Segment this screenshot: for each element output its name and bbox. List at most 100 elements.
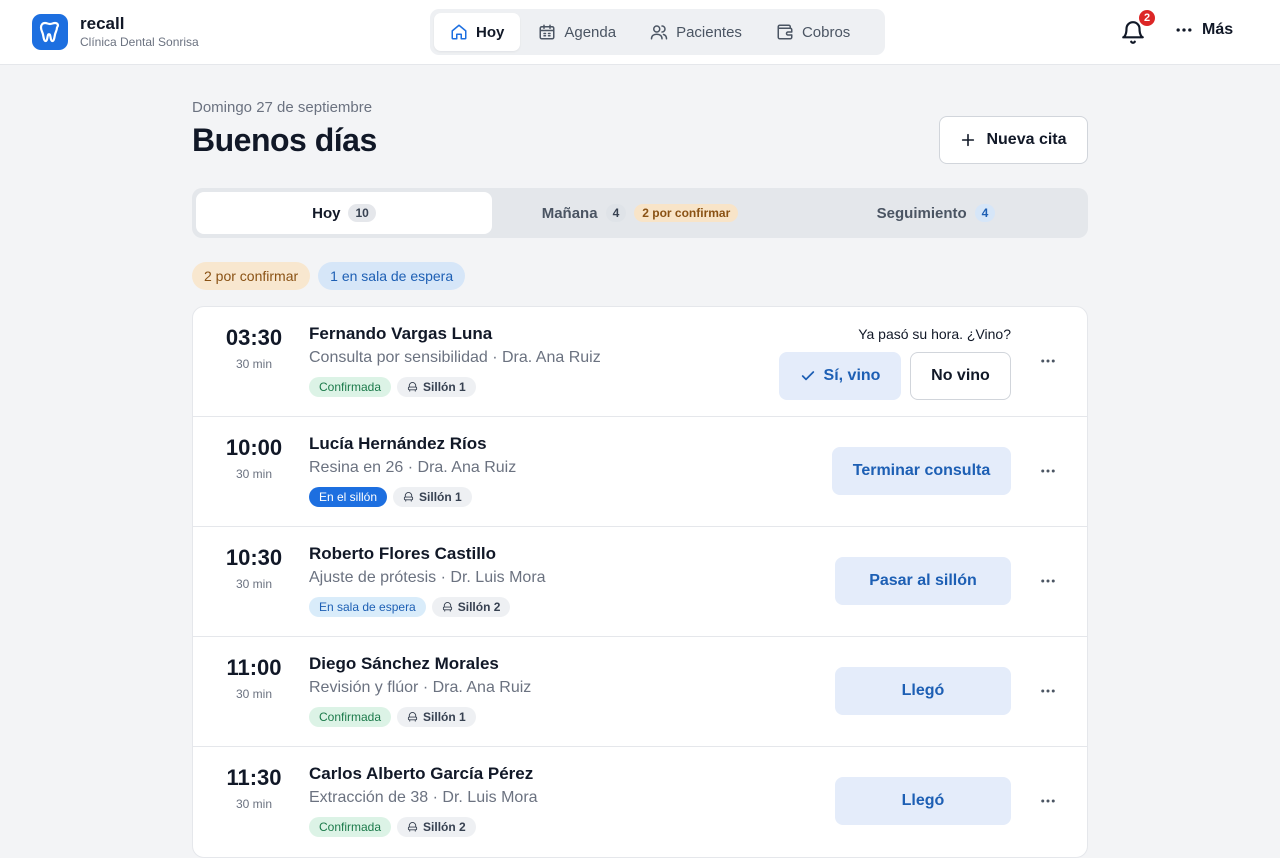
more-label: Más	[1202, 21, 1234, 38]
filter-chips: 2 por confirmar 1 en sala de espera	[192, 262, 466, 290]
yes-came-button[interactable]: Sí, vino	[779, 352, 901, 400]
appointment-row[interactable]: 03:30 30 min Fernando Vargas Luna Consul…	[193, 307, 1087, 417]
appointment-duration: 30 min	[235, 467, 273, 481]
brand-subtitle: Clínica Dental Sonrisa	[80, 35, 199, 49]
row-menu-button[interactable]	[1035, 351, 1061, 371]
tab-count: 4	[974, 204, 996, 222]
appointment-time: 11:30	[226, 765, 282, 790]
chair-icon	[407, 381, 418, 392]
appointment-time: 10:30	[225, 545, 283, 570]
appointment-row[interactable]: 11:30 30 min Carlos Alberto García Pérez…	[193, 747, 1087, 857]
chair-label: Sillón 1	[419, 490, 462, 504]
chair-label: Sillón 2	[423, 820, 466, 834]
chair-label: Sillón 1	[423, 710, 466, 724]
nav-item-label: Pacientes	[676, 23, 742, 41]
appointment-row[interactable]: 10:30 30 min Roberto Flores Castillo Aju…	[193, 527, 1087, 637]
tab-manana[interactable]: Mañana 4 2 por confirmar	[492, 192, 788, 234]
row-menu-button[interactable]	[1035, 681, 1061, 701]
nav-item-label: Cobros	[801, 23, 851, 41]
move-to-chair-button[interactable]: Pasar al sillón	[835, 557, 1011, 605]
tab-hoy[interactable]: Hoy 10	[196, 192, 492, 234]
main-nav: Hoy Agenda Pacientes Cobros	[430, 9, 885, 55]
chair-badge: Sillón 2	[431, 597, 511, 617]
more-horizontal-icon	[1041, 689, 1055, 693]
row-menu-button[interactable]	[1035, 571, 1061, 591]
appointment-row[interactable]: 11:00 30 min Diego Sánchez Morales Revis…	[193, 637, 1087, 747]
chair-label: Sillón 2	[457, 600, 501, 614]
appointment-duration: 30 min	[235, 357, 273, 371]
yes-came-label: Sí, vino	[823, 367, 881, 384]
top-bar: recall Clínica Dental Sonrisa Hoy Agenda…	[0, 0, 1280, 65]
users-icon	[650, 25, 668, 40]
check-icon	[801, 371, 814, 381]
chair-icon	[442, 601, 452, 612]
appointment-description: Revisión y flúor · Dra. Ana Ruiz	[309, 679, 532, 696]
nav-item-hoy[interactable]: Hoy	[434, 13, 521, 51]
chair-badge: Sillón 1	[393, 487, 472, 507]
more-horizontal-icon	[1041, 799, 1055, 803]
attendance-prompt: Ya pasó su hora. ¿Vino?	[858, 326, 1011, 342]
no-show-button[interactable]: No vino	[910, 352, 1011, 400]
appointment-time: 03:30	[225, 325, 283, 350]
tab-count: 10	[348, 204, 376, 222]
pending-confirmation-tag: 2 por confirmar	[634, 204, 739, 222]
appointment-duration: 30 min	[235, 687, 273, 701]
nav-item-pacientes[interactable]: Pacientes	[634, 13, 758, 51]
nav-item-agenda[interactable]: Agenda	[522, 13, 632, 51]
finish-consultation-button[interactable]: Terminar consulta	[832, 447, 1011, 495]
patient-name[interactable]: Diego Sánchez Morales	[309, 654, 531, 674]
more-horizontal-icon	[1041, 469, 1055, 473]
notification-count-badge: 2	[1137, 8, 1157, 28]
status-badge: Confirmada	[309, 817, 392, 837]
chip-pending-confirmation[interactable]: 2 por confirmar	[192, 262, 311, 290]
appointment-list: 03:30 30 min Fernando Vargas Luna Consul…	[192, 306, 1088, 858]
status-badge: En el sillón	[309, 487, 388, 507]
chair-badge: Sillón 2	[397, 817, 476, 837]
row-menu-button[interactable]	[1035, 791, 1061, 811]
appointment-time: 11:00	[226, 655, 282, 680]
chair-badge: Sillón 1	[397, 377, 476, 397]
more-horizontal-icon	[1176, 28, 1192, 32]
more-menu-button[interactable]: Más	[1174, 20, 1233, 40]
chip-waiting-room[interactable]: 1 en sala de espera	[318, 262, 466, 290]
tab-label: Hoy	[312, 204, 341, 222]
appointment-time: 10:00	[225, 435, 283, 460]
tab-seguimiento[interactable]: Seguimiento 4	[788, 192, 1084, 234]
appointment-description: Resina en 26 · Dra. Ana Ruiz	[309, 459, 517, 476]
plus-icon	[962, 133, 975, 147]
row-menu-button[interactable]	[1035, 461, 1061, 481]
chair-badge: Sillón 1	[397, 707, 476, 727]
patient-name[interactable]: Lucía Hernández Ríos	[309, 434, 516, 454]
status-badge: En sala de espera	[309, 597, 426, 617]
nav-item-cobros[interactable]: Cobros	[760, 13, 866, 51]
day-tabs: Hoy 10 Mañana 4 2 por confirmar Seguimie…	[192, 188, 1088, 238]
home-icon	[451, 24, 467, 40]
patient-name[interactable]: Roberto Flores Castillo	[309, 544, 546, 564]
arrived-button[interactable]: Llegó	[835, 667, 1011, 715]
more-horizontal-icon	[1041, 359, 1055, 363]
brand[interactable]: recall Clínica Dental Sonrisa	[32, 14, 199, 50]
calendar-icon	[539, 24, 555, 40]
status-badge: Confirmada	[309, 377, 392, 397]
chair-icon	[407, 821, 418, 832]
patient-name[interactable]: Carlos Alberto García Pérez	[309, 764, 538, 784]
appointment-duration: 30 min	[235, 797, 273, 811]
appointment-row[interactable]: 10:00 30 min Lucía Hernández Ríos Resina…	[193, 417, 1087, 527]
appointment-description: Consulta por sensibilidad · Dra. Ana Rui…	[309, 349, 601, 366]
appointment-description: Ajuste de prótesis · Dr. Luis Mora	[309, 569, 546, 586]
new-appointment-label: Nueva cita	[986, 131, 1067, 148]
brand-name: recall	[80, 14, 125, 33]
tab-label: Mañana	[541, 204, 598, 222]
current-date: Domingo 27 de septiembre	[192, 99, 373, 116]
chair-label: Sillón 1	[423, 380, 466, 394]
nav-item-label: Hoy	[476, 23, 505, 41]
patient-name[interactable]: Fernando Vargas Luna	[309, 324, 601, 344]
more-horizontal-icon	[1041, 579, 1055, 583]
appointment-description: Extracción de 38 · Dr. Luis Mora	[309, 789, 538, 806]
status-badge: Confirmada	[309, 707, 392, 727]
arrived-button[interactable]: Llegó	[835, 777, 1011, 825]
main-content: Domingo 27 de septiembre Buenos días Nue…	[192, 96, 1088, 858]
wallet-icon	[777, 24, 793, 40]
chair-icon	[407, 711, 418, 722]
new-appointment-button[interactable]: Nueva cita	[939, 116, 1088, 164]
